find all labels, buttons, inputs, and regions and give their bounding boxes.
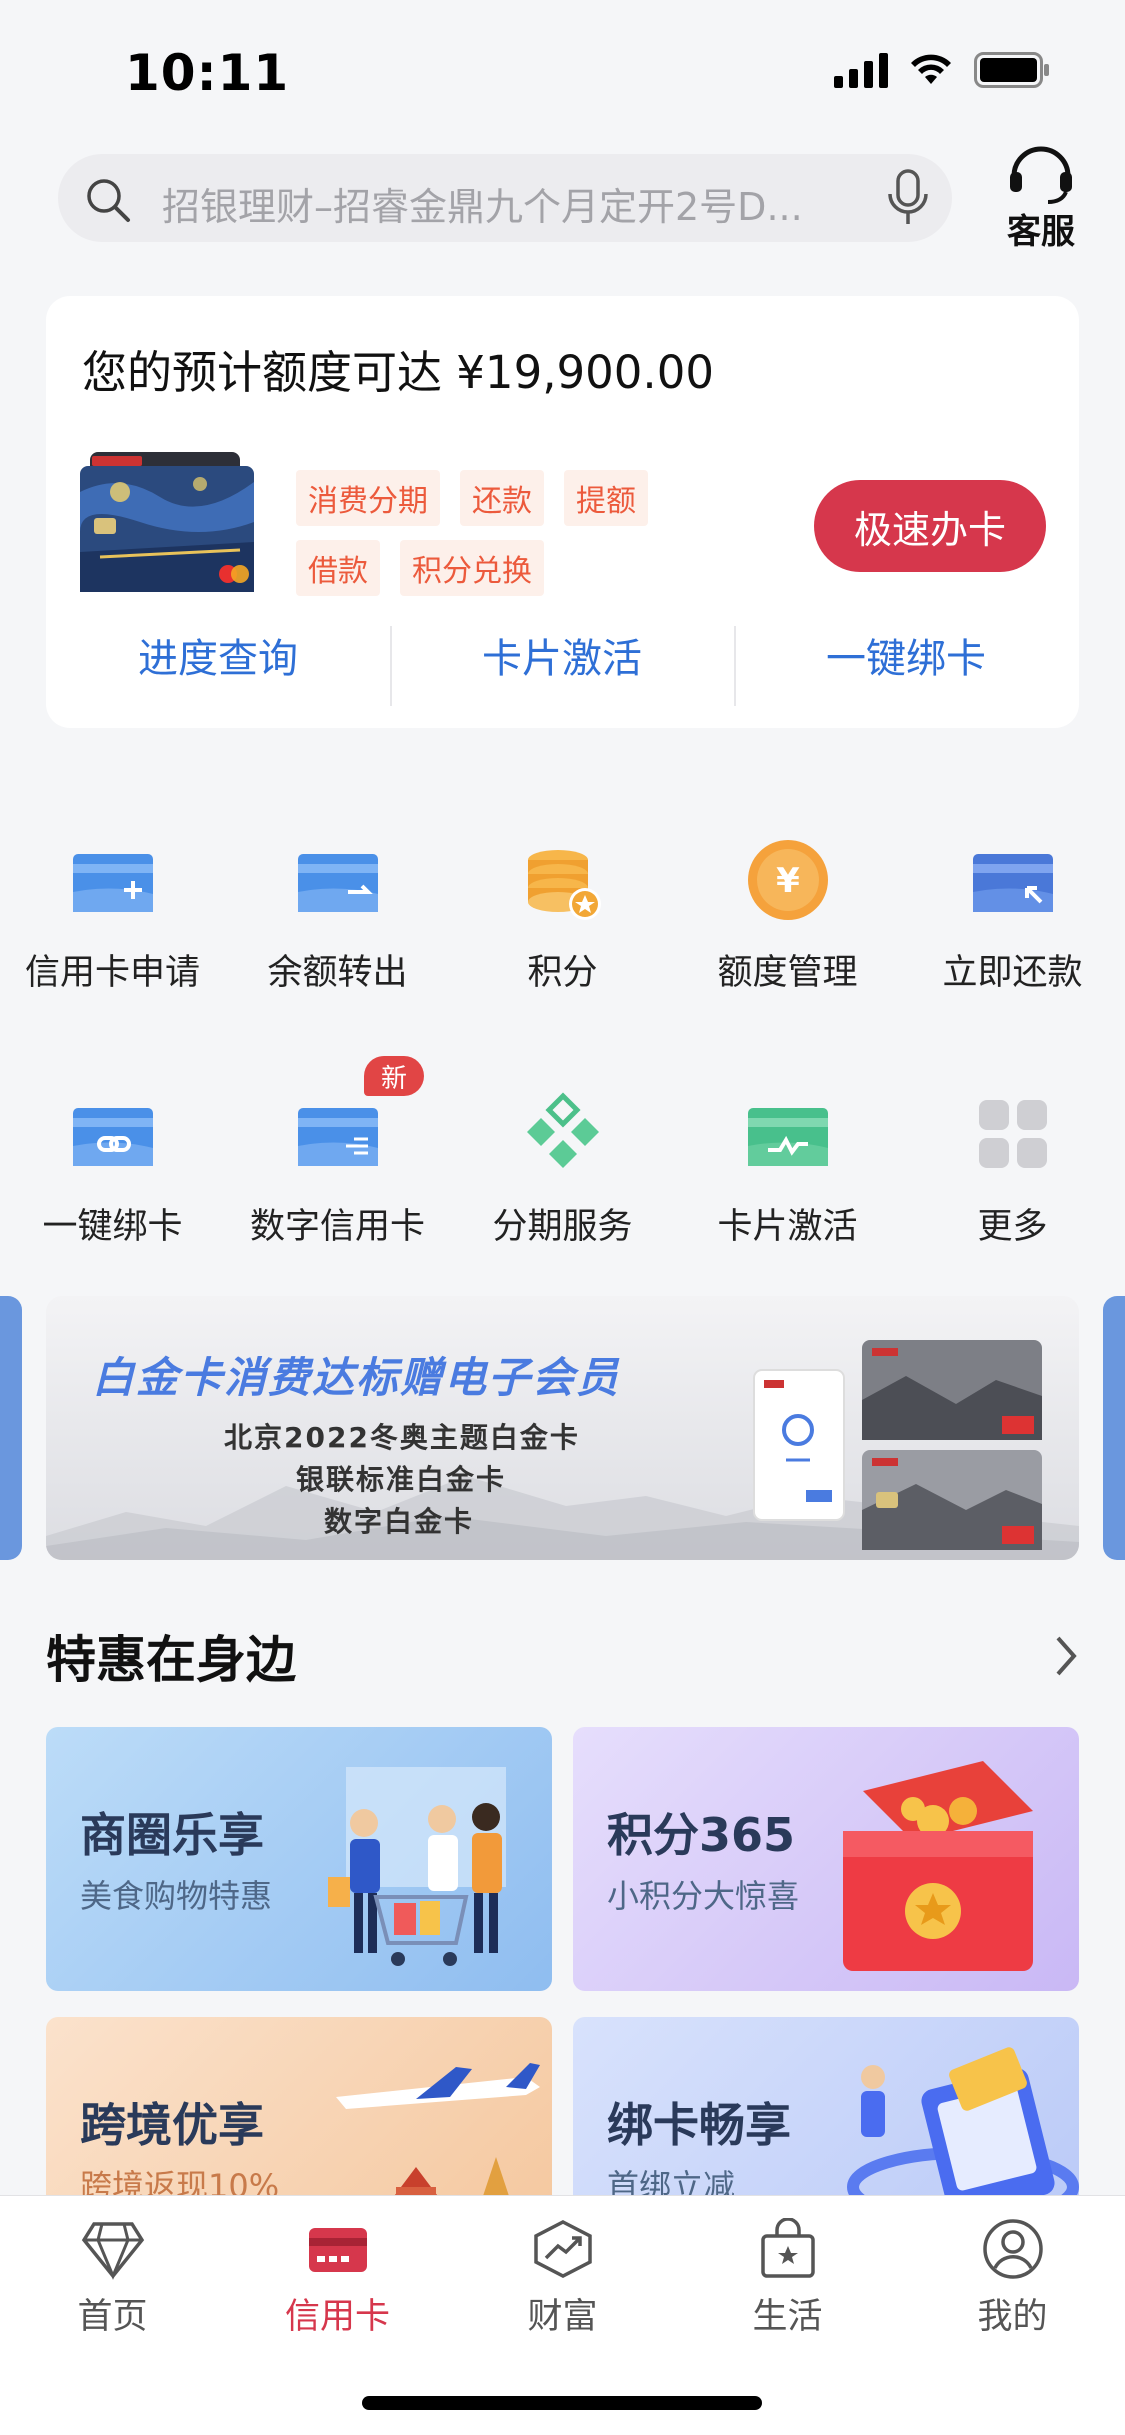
card-repay-icon <box>972 854 1053 912</box>
search-input[interactable]: 招银理财–招睿金鼎九个月定开2号D... <box>162 176 902 231</box>
promo-title: 商圈乐享 <box>80 1808 264 1862</box>
shopping-people-illustration <box>328 1767 506 1966</box>
card-transfer-icon <box>297 854 378 912</box>
quick-apply-button[interactable]: 极速办卡 <box>814 480 1046 572</box>
wealth-chart-icon <box>533 2220 592 2278</box>
grid-item-limit-management[interactable]: ¥ 额度管理 <box>675 832 900 995</box>
tab-label: 首页 <box>77 2297 148 2337</box>
promo-title: 跨境优享 <box>80 2098 264 2152</box>
grid-item-bind-card[interactable]: 一键绑卡 <box>0 1086 225 1249</box>
grid-item-label: 余额转出 <box>267 953 408 993</box>
tab-label: 生活 <box>752 2297 823 2337</box>
tab-label: 财富 <box>527 2297 598 2337</box>
diamond-icon <box>81 2222 144 2280</box>
section-title: 特惠在身边 <box>46 1631 296 1689</box>
wifi-icon <box>910 54 952 86</box>
battery-icon <box>974 52 1050 88</box>
microphone-icon[interactable] <box>886 168 930 228</box>
tab-mine[interactable]: 我的 <box>900 2218 1125 2339</box>
search-icon <box>87 179 130 222</box>
chevron-right-icon[interactable] <box>1052 1632 1082 1680</box>
promo-title: 积分365 <box>607 1808 796 1862</box>
banner-line: 北京2022冬奥主题白金卡 <box>224 1421 580 1454</box>
installment-diamond-icon <box>526 1092 599 1168</box>
credit-card-image <box>80 452 254 592</box>
tab-life[interactable]: 生活 <box>675 2217 900 2339</box>
promo-title: 绑卡畅享 <box>607 2098 791 2152</box>
grid-item-more[interactable]: 更多 <box>900 1086 1125 1249</box>
platinum-card-banner[interactable]: 白金卡消费达标赠电子会员 北京2022冬奥主题白金卡 银联标准白金卡 数字白金卡 <box>46 1296 1079 1560</box>
tab-credit-card[interactable]: 信用卡 <box>225 2218 450 2339</box>
grid-item-label: 更多 <box>977 1207 1048 1247</box>
tag-loan[interactable]: 借款 <box>296 540 380 596</box>
points-coins-icon <box>527 850 601 920</box>
new-badge: 新 <box>364 1056 424 1096</box>
promo-subtitle: 小积分大惊喜 <box>607 1877 800 1915</box>
status-time: 10:11 <box>125 44 290 102</box>
progress-query-link[interactable]: 进度查询 <box>46 626 390 684</box>
home-indicator <box>362 2396 762 2410</box>
grid-item-label: 一键绑卡 <box>42 1207 183 1247</box>
grid-item-card-apply[interactable]: 信用卡申请 <box>0 832 225 995</box>
promo-card-business-district[interactable]: 商圈乐享 美食购物特惠 <box>46 1727 552 1991</box>
grid-item-label: 数字信用卡 <box>249 1207 425 1247</box>
tag-repayment[interactable]: 还款 <box>460 470 544 526</box>
grid-item-label: 立即还款 <box>942 953 1083 993</box>
tab-label: 我的 <box>977 2297 1048 2337</box>
banner-peek-left <box>0 1296 22 1560</box>
tab-wealth[interactable]: 财富 <box>450 2218 675 2339</box>
card-activation-link[interactable]: 卡片激活 <box>390 626 734 684</box>
estimated-limit-text: 您的预计额度可达 ¥19,900.00 <box>82 346 714 399</box>
card-add-icon <box>72 854 153 912</box>
grid-item-label: 卡片激活 <box>717 1207 858 1247</box>
status-icons <box>834 52 1050 88</box>
grid-item-card-activation[interactable]: 卡片激活 <box>675 1086 900 1249</box>
shopping-bag-icon <box>760 2217 815 2278</box>
banner-headline: 白金卡消费达标赠电子会员 <box>92 1353 621 1402</box>
tab-label: 信用卡 <box>284 2297 390 2337</box>
credit-card-icon <box>308 2228 367 2272</box>
profile-icon <box>982 2219 1043 2279</box>
signal-icon <box>834 52 888 88</box>
tag-raise-limit[interactable]: 提额 <box>564 470 648 526</box>
grid-item-label: 积分 <box>527 953 598 993</box>
customer-service-button[interactable]: 客服 <box>996 138 1086 253</box>
grid-item-balance-transfer[interactable]: 余额转出 <box>225 832 450 995</box>
bind-card-link[interactable]: 一键绑卡 <box>734 626 1078 684</box>
grid-item-repay-now[interactable]: 立即还款 <box>900 832 1125 995</box>
grid-item-installment[interactable]: 分期服务 <box>450 1086 675 1249</box>
promo-card-points-365[interactable]: 积分365 小积分大惊喜 <box>573 1727 1079 1991</box>
banner-card-images <box>753 1340 1042 1550</box>
tag-installment[interactable]: 消费分期 <box>296 470 440 526</box>
card-link-icon <box>72 1108 153 1166</box>
grid-item-points[interactable]: 积分 <box>450 832 675 995</box>
card-activate-icon <box>747 1108 828 1166</box>
credit-limit-panel: 您的预计额度可达 ¥19,900.00 消费分期 还款 提额 借款 积分兑换 极… <box>46 296 1079 728</box>
promo-subtitle: 美食购物特惠 <box>80 1877 273 1915</box>
tab-home[interactable]: 首页 <box>0 2218 225 2339</box>
customer-service-label: 客服 <box>1007 212 1075 252</box>
svg-text:¥: ¥ <box>776 861 800 901</box>
banner-peek-right <box>1103 1296 1125 1560</box>
red-gift-box-illustration <box>843 1761 1033 1971</box>
digital-card-icon <box>297 1108 378 1166</box>
grid-item-label: 额度管理 <box>717 953 858 993</box>
more-grid-icon <box>978 1100 1047 1168</box>
grid-item-label: 分期服务 <box>492 1207 633 1247</box>
headset-icon <box>1010 146 1072 204</box>
tag-points-exchange[interactable]: 积分兑换 <box>400 540 544 596</box>
banner-line: 数字白金卡 <box>324 1505 475 1538</box>
grid-item-digital-card[interactable]: 数字信用卡 <box>225 1086 450 1249</box>
yuan-coin-icon: ¥ <box>747 840 828 920</box>
status-bar: 10:11 <box>0 0 1125 140</box>
search-bar[interactable]: 招银理财–招睿金鼎九个月定开2号D... <box>58 154 952 242</box>
grid-item-label: 信用卡申请 <box>24 953 200 993</box>
banner-line: 银联标准白金卡 <box>296 1463 507 1496</box>
